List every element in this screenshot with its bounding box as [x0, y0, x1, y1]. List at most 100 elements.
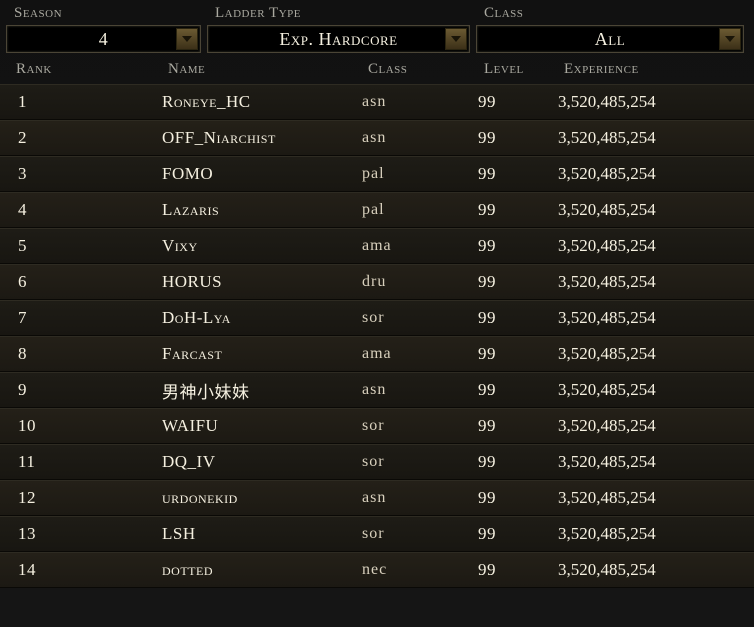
table-row[interactable]: 7DoH-Lyasor993,520,485,254 [0, 300, 754, 336]
cell-name: HORUS [162, 272, 362, 292]
ladder-type-dropdown[interactable]: Exp. Hardcore [207, 25, 470, 53]
table-header-row: Rank Name Class Level Experience [0, 57, 754, 84]
season-dropdown-value: 4 [7, 29, 200, 50]
class-dropdown[interactable]: All [476, 25, 744, 53]
cell-experience: 3,520,485,254 [558, 452, 734, 472]
table-row[interactable]: 12urdonekidasn993,520,485,254 [0, 480, 754, 516]
cell-class: nec [362, 561, 478, 579]
cell-level: 99 [478, 308, 558, 328]
cell-experience: 3,520,485,254 [558, 308, 734, 328]
cell-rank: 9 [0, 380, 162, 400]
cell-experience: 3,520,485,254 [558, 92, 734, 112]
table-row[interactable]: 1Roneye_HCasn993,520,485,254 [0, 84, 754, 120]
table-row[interactable]: 14dottednec993,520,485,254 [0, 552, 754, 588]
filter-bar: Season 4 Ladder Type Exp. Hardcore Class… [0, 0, 754, 57]
ladder-type-label: Ladder Type [207, 4, 470, 24]
cell-class: dru [362, 273, 478, 291]
table-row[interactable]: 6HORUSdru993,520,485,254 [0, 264, 754, 300]
table-row[interactable]: 3FOMOpal993,520,485,254 [0, 156, 754, 192]
table-row[interactable]: 9男神小妹妹asn993,520,485,254 [0, 372, 754, 408]
header-experience: Experience [564, 61, 740, 78]
table-row[interactable]: 10WAIFUsor993,520,485,254 [0, 408, 754, 444]
table-row[interactable]: 8Farcastama993,520,485,254 [0, 336, 754, 372]
chevron-down-icon [176, 28, 198, 50]
cell-level: 99 [478, 524, 558, 544]
cell-experience: 3,520,485,254 [558, 524, 734, 544]
cell-rank: 14 [0, 560, 162, 580]
header-level: Level [484, 61, 564, 78]
header-rank: Rank [6, 61, 168, 78]
cell-level: 99 [478, 128, 558, 148]
season-dropdown[interactable]: 4 [6, 25, 201, 53]
cell-rank: 11 [0, 452, 162, 472]
cell-name: 男神小妹妹 [162, 378, 362, 403]
cell-level: 99 [478, 488, 558, 508]
table-body: 1Roneye_HCasn993,520,485,2542OFF_Niarchi… [0, 84, 754, 588]
cell-name: LSH [162, 524, 362, 544]
ladder-panel: Season 4 Ladder Type Exp. Hardcore Class… [0, 0, 754, 627]
cell-rank: 1 [0, 92, 162, 112]
cell-experience: 3,520,485,254 [558, 272, 734, 292]
cell-class: asn [362, 93, 478, 111]
cell-level: 99 [478, 416, 558, 436]
cell-level: 99 [478, 272, 558, 292]
cell-experience: 3,520,485,254 [558, 488, 734, 508]
cell-rank: 13 [0, 524, 162, 544]
cell-rank: 12 [0, 488, 162, 508]
cell-class: asn [362, 129, 478, 147]
cell-level: 99 [478, 560, 558, 580]
cell-rank: 3 [0, 164, 162, 184]
class-filter-group: Class All [476, 4, 744, 53]
cell-experience: 3,520,485,254 [558, 128, 734, 148]
cell-rank: 5 [0, 236, 162, 256]
cell-class: sor [362, 417, 478, 435]
table-row[interactable]: 2OFF_Niarchistasn993,520,485,254 [0, 120, 754, 156]
cell-level: 99 [478, 92, 558, 112]
table-row[interactable]: 4Lazarispal993,520,485,254 [0, 192, 754, 228]
cell-rank: 2 [0, 128, 162, 148]
cell-experience: 3,520,485,254 [558, 416, 734, 436]
cell-class: ama [362, 237, 478, 255]
cell-name: DoH-Lya [162, 308, 362, 328]
table-row[interactable]: 13LSHsor993,520,485,254 [0, 516, 754, 552]
chevron-down-icon [719, 28, 741, 50]
header-class: Class [368, 61, 484, 78]
cell-rank: 4 [0, 200, 162, 220]
cell-name: Lazaris [162, 200, 362, 220]
cell-rank: 6 [0, 272, 162, 292]
cell-name: urdonekid [162, 488, 362, 508]
cell-name: Roneye_HC [162, 92, 362, 112]
cell-class: pal [362, 165, 478, 183]
cell-level: 99 [478, 344, 558, 364]
cell-class: asn [362, 489, 478, 507]
cell-experience: 3,520,485,254 [558, 560, 734, 580]
cell-class: asn [362, 381, 478, 399]
class-filter-label: Class [476, 4, 744, 24]
table-row[interactable]: 5Vixyama993,520,485,254 [0, 228, 754, 264]
cell-name: dotted [162, 560, 362, 580]
cell-level: 99 [478, 452, 558, 472]
cell-experience: 3,520,485,254 [558, 236, 734, 256]
cell-rank: 7 [0, 308, 162, 328]
cell-name: Vixy [162, 236, 362, 256]
cell-class: pal [362, 201, 478, 219]
cell-name: WAIFU [162, 416, 362, 436]
cell-rank: 8 [0, 344, 162, 364]
cell-class: ama [362, 345, 478, 363]
cell-level: 99 [478, 164, 558, 184]
class-dropdown-value: All [477, 29, 743, 50]
cell-level: 99 [478, 236, 558, 256]
cell-class: sor [362, 309, 478, 327]
season-label: Season [6, 4, 201, 24]
cell-class: sor [362, 453, 478, 471]
cell-name: OFF_Niarchist [162, 128, 362, 148]
cell-name: FOMO [162, 164, 362, 184]
header-name: Name [168, 61, 368, 78]
cell-level: 99 [478, 380, 558, 400]
cell-experience: 3,520,485,254 [558, 344, 734, 364]
ladder-type-filter-group: Ladder Type Exp. Hardcore [207, 4, 470, 53]
cell-experience: 3,520,485,254 [558, 380, 734, 400]
cell-name: Farcast [162, 344, 362, 364]
table-row[interactable]: 11DQ_IVsor993,520,485,254 [0, 444, 754, 480]
cell-rank: 10 [0, 416, 162, 436]
